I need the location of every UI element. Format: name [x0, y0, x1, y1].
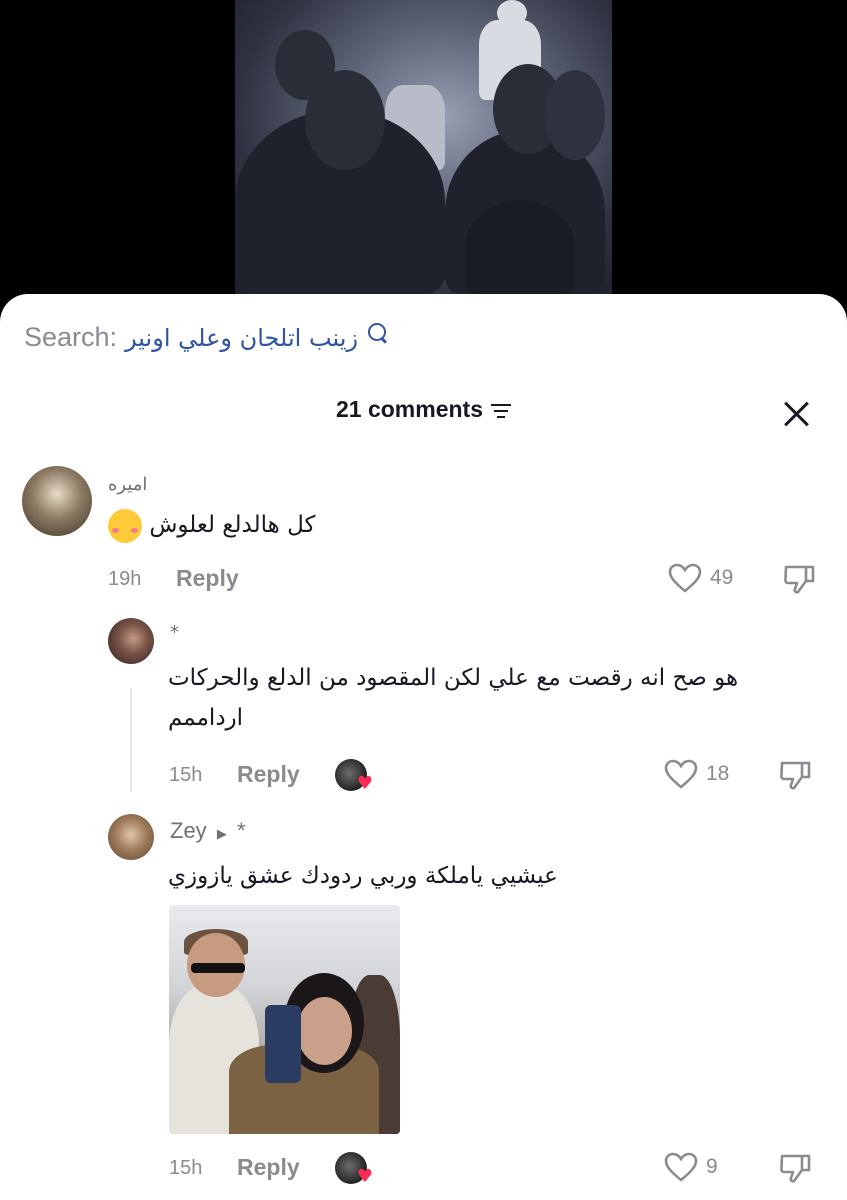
like-button[interactable]: 9: [664, 1152, 718, 1182]
comment-username[interactable]: اميره: [108, 474, 147, 495]
like-count: 18: [706, 762, 730, 785]
comment-username-row: Zey ▶ *: [170, 818, 246, 844]
comment-username[interactable]: Zey: [170, 818, 207, 843]
comment-text: عيشيي ياملكة وربي ردودك عشق يازوزي: [168, 863, 558, 889]
avatar[interactable]: [108, 814, 154, 860]
comments-count: 21 comments: [335, 396, 483, 422]
like-count: 49: [710, 566, 734, 589]
reply-arrow-icon: ▶: [216, 826, 227, 841]
like-count: 9: [706, 1155, 718, 1178]
heart-outline-icon: [664, 759, 698, 789]
thumbs-down-icon: [780, 1154, 811, 1183]
comments-sheet: [0, 294, 847, 1200]
heart-filled-icon: ♥: [356, 1166, 373, 1187]
comment-time: 15h: [169, 764, 203, 786]
comment-text-line: هو صح انه رقصت مع علي لكن المقصود من الد…: [168, 665, 739, 691]
reply-button[interactable]: Reply: [237, 761, 300, 788]
sort-icon[interactable]: [491, 403, 511, 419]
video-frame[interactable]: [235, 0, 612, 294]
creator-liked-badge: ♥: [335, 759, 373, 793]
comment-text-line: ارداممم: [168, 705, 244, 731]
comments-header: 21 comments: [0, 396, 847, 423]
creator-liked-badge: ♥: [335, 1152, 373, 1186]
comment-text: كل هالدلع لعلوش: [108, 505, 315, 545]
dislike-button[interactable]: [778, 1152, 812, 1188]
heart-filled-icon: ♥: [356, 773, 373, 794]
heart-outline-icon: [664, 1152, 698, 1182]
reply-button[interactable]: Reply: [176, 565, 239, 592]
dislike-button[interactable]: [778, 759, 812, 795]
dislike-button[interactable]: [782, 563, 816, 599]
avatar[interactable]: [22, 466, 92, 536]
comment-image[interactable]: [169, 905, 400, 1134]
thumbs-down-icon: [780, 761, 811, 790]
video-player[interactable]: [0, 0, 847, 320]
reply-button[interactable]: Reply: [237, 1154, 300, 1181]
comment-time: 15h: [169, 1157, 203, 1179]
search-suggestion[interactable]: Search: زينب اتلجان وعلي اونير: [24, 322, 387, 353]
comment-text-body: كل هالدلع لعلوش: [149, 512, 316, 538]
reply-to-username[interactable]: *: [237, 818, 246, 843]
like-button[interactable]: 18: [664, 759, 729, 789]
thumbs-down-icon: [784, 565, 815, 594]
comment-time: 19h: [108, 568, 142, 590]
close-button[interactable]: [780, 398, 814, 432]
heart-outline-icon: [668, 563, 702, 593]
search-icon: [368, 322, 387, 341]
like-button[interactable]: 49: [668, 563, 733, 593]
comment-username[interactable]: *: [170, 622, 179, 643]
avatar[interactable]: [108, 618, 154, 664]
search-query-link[interactable]: زينب اتلجان وعلي اونير: [125, 324, 358, 352]
comment-text: هو صح انه رقصت مع علي لكن المقصود من الد…: [168, 658, 758, 738]
smiling-face-with-hearts-icon: [108, 508, 142, 543]
search-label: Search:: [24, 322, 118, 352]
thread-line: [130, 688, 132, 792]
